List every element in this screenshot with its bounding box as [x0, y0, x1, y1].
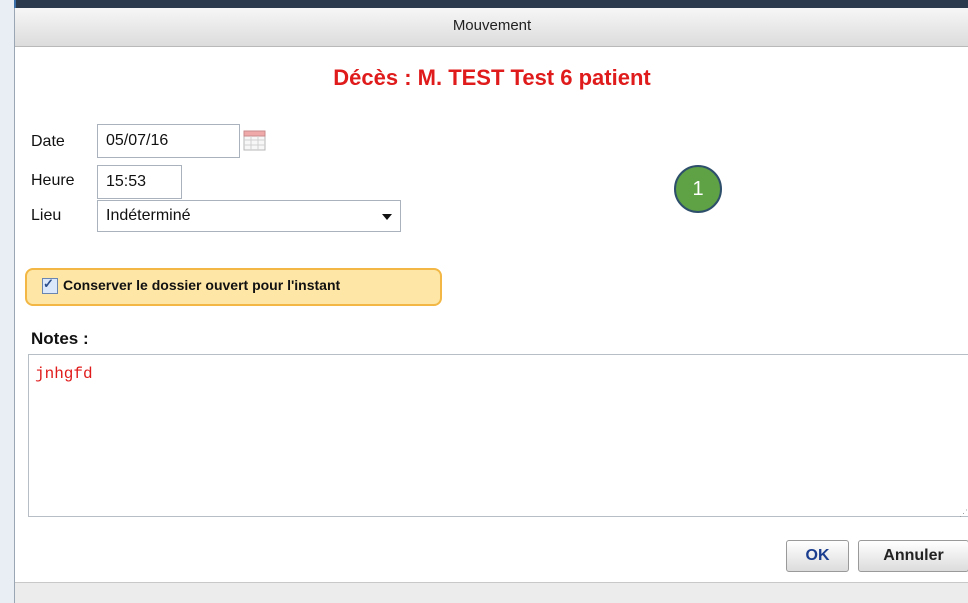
notes-label: Notes :: [31, 329, 89, 348]
checkmark-icon: ✓: [43, 276, 54, 291]
time-input[interactable]: [97, 165, 182, 199]
dropdown-arrow-icon: [382, 214, 392, 220]
calendar-icon[interactable]: [242, 128, 267, 152]
cancel-button[interactable]: Annuler: [858, 540, 968, 572]
movement-dialog: Mouvement Décès : M. TEST Test 6 patient…: [14, 8, 968, 603]
keep-open-checkbox[interactable]: ✓: [42, 276, 58, 294]
resize-grip-icon[interactable]: ⋰: [959, 508, 968, 519]
keep-open-option[interactable]: ✓ Conserver le dossier ouvert pour l'ins…: [25, 268, 442, 306]
place-select-value: Indéterminé: [106, 207, 191, 224]
death-heading: Décès : M. TEST Test 6 patient: [333, 65, 651, 90]
dialog-footer: [15, 582, 968, 603]
ok-button[interactable]: OK: [786, 540, 849, 572]
notes-textarea[interactable]: jnhgfd: [28, 354, 968, 517]
place-select[interactable]: Indéterminé: [97, 200, 401, 232]
keep-open-label: Conserver le dossier ouvert pour l'insta…: [63, 277, 341, 293]
annotation-marker: 1: [674, 165, 722, 213]
date-input[interactable]: [97, 124, 240, 158]
time-label: Heure: [31, 172, 75, 189]
dialog-titlebar[interactable]: Mouvement: [15, 8, 968, 47]
place-label: Lieu: [31, 207, 62, 224]
date-label: Date: [31, 133, 65, 150]
dialog-title: Mouvement: [452, 17, 532, 34]
